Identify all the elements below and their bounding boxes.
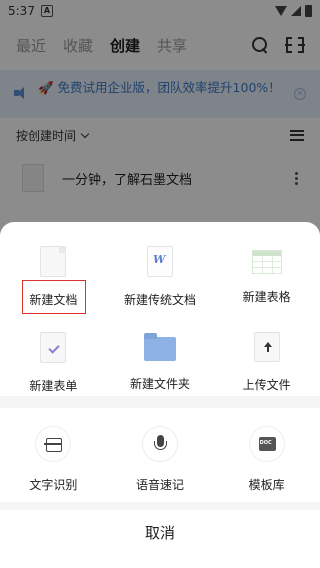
ocr-icon	[35, 426, 72, 462]
microphone-icon	[141, 426, 178, 462]
upload-file-label: 上传文件	[242, 378, 291, 392]
new-folder-label: 新建文件夹	[129, 377, 190, 391]
new-traditional-doc-option[interactable]: W 新建传统文档	[107, 222, 214, 308]
cancel-separator	[0, 502, 320, 510]
ocr-label: 文字识别	[29, 478, 78, 492]
voice-note-tool[interactable]: 语音速记	[107, 408, 214, 502]
spreadsheet-icon	[251, 250, 282, 274]
new-form-option[interactable]: 新建表单	[0, 308, 107, 394]
new-traditional-doc-label: 新建传统文档	[123, 293, 196, 307]
word-doc-icon: W	[146, 246, 173, 277]
form-icon	[40, 332, 67, 363]
template-library-tool[interactable]: DOC 模板库	[213, 408, 320, 502]
template-icon-text: DOC	[259, 440, 272, 446]
tools-row: 文字识别 语音速记 DOC 模板库	[0, 408, 320, 502]
template-library-label: 模板库	[248, 478, 285, 492]
folder-icon	[143, 333, 176, 361]
upload-file-option[interactable]: 上传文件	[213, 308, 320, 394]
new-sheet-label: 新建表格	[242, 290, 291, 304]
highlight-annotation	[22, 280, 86, 314]
ocr-tool[interactable]: 文字识别	[0, 408, 107, 502]
new-folder-option[interactable]: 新建文件夹	[107, 308, 214, 394]
doc-icon	[40, 246, 67, 277]
new-form-label: 新建表单	[29, 379, 78, 393]
section-divider	[0, 396, 320, 408]
new-sheet-option[interactable]: 新建表格	[213, 222, 320, 308]
voice-note-label: 语音速记	[135, 478, 184, 492]
template-icon: DOC	[248, 426, 285, 462]
create-bottom-sheet: 新建文档 W 新建传统文档 新建表格 新建表单 新建文件夹 上传文件 文字识别	[0, 222, 320, 568]
upload-icon	[253, 332, 280, 362]
cancel-button[interactable]: 取消	[0, 510, 320, 554]
